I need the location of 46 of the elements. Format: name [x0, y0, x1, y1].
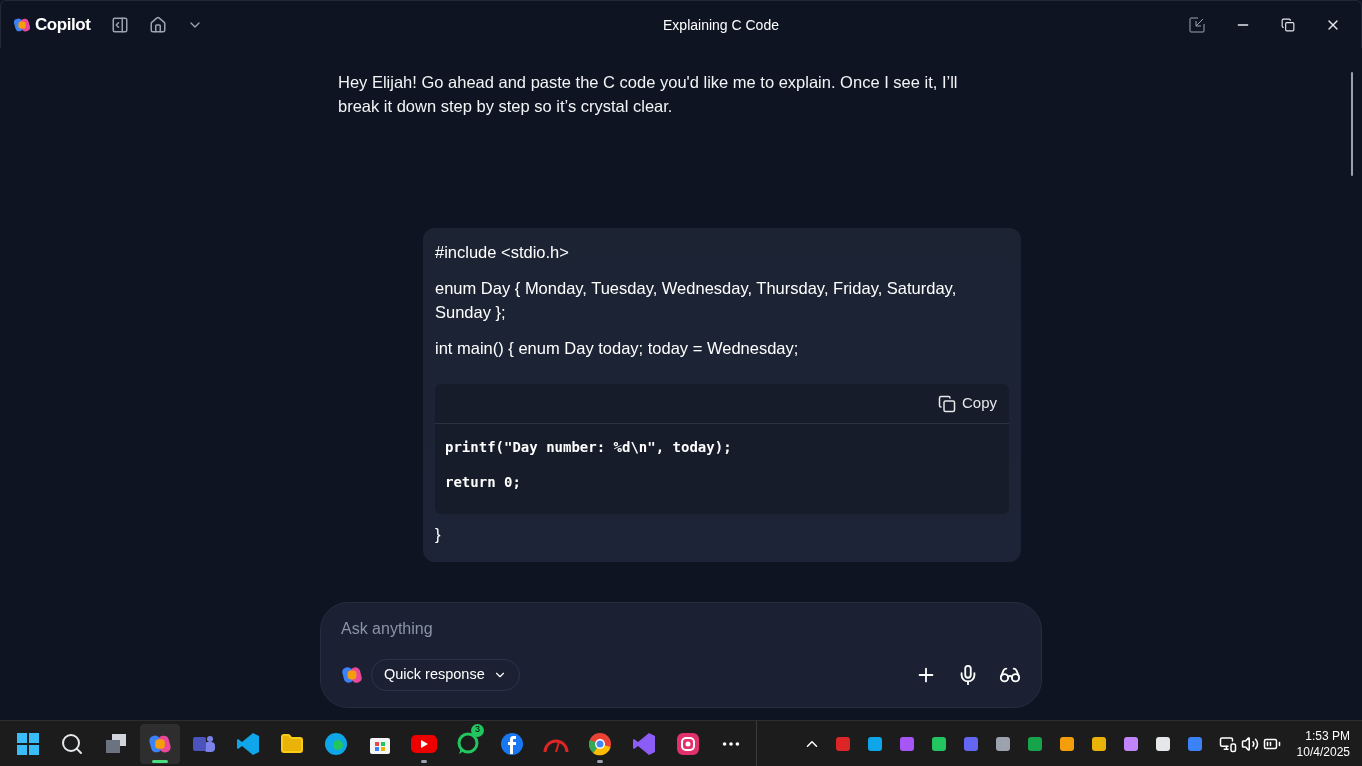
tray-app-icon[interactable]: [994, 735, 1011, 752]
copy-button[interactable]: Copy: [937, 392, 997, 415]
sidebar-toggle-icon[interactable]: [110, 15, 129, 34]
tray-app-icon[interactable]: [866, 735, 883, 752]
network-icon[interactable]: [1218, 734, 1237, 753]
search-icon[interactable]: [60, 731, 84, 756]
tray-app-icon[interactable]: [1122, 735, 1139, 752]
window-title: Explaining C Code: [663, 15, 779, 35]
home-icon[interactable]: [148, 15, 167, 34]
dock-arrow-icon[interactable]: [1189, 16, 1205, 33]
copilot-mode-icon: [341, 664, 363, 686]
notification-badge: 3: [471, 723, 484, 737]
camera-app-icon[interactable]: [676, 731, 700, 756]
tray-app-icon[interactable]: [1058, 735, 1075, 752]
folder-icon[interactable]: [280, 731, 304, 756]
assistant-message: Hey Elijah! Go ahead and paste the C code you'd like me to explain. Once I see it, I’ll break it down step by step so it’s crystal clear.: [338, 72, 959, 117]
code-line: printf("Day number: %d\n", today);: [445, 438, 733, 457]
taskbar-app[interactable]: 3: [448, 723, 488, 764]
copy-icon: [937, 394, 956, 413]
tray-app-icon[interactable]: [930, 735, 947, 752]
ide-icon[interactable]: [632, 731, 656, 756]
running-indicator: [152, 759, 168, 763]
app-name: Copilot: [35, 13, 91, 36]
message-text: int main() { enum Day today; today = Wednesday;: [435, 338, 800, 359]
round-browser-icon[interactable]: [588, 731, 612, 756]
clock-time[interactable]: 1:53 PM: [1305, 727, 1350, 744]
volume-icon[interactable]: [1240, 734, 1259, 753]
message-text: #include <stdio.h>: [435, 242, 570, 263]
code-line: return 0;: [445, 473, 522, 492]
tray-app-icon[interactable]: [1090, 735, 1107, 752]
scrollbar-thumb[interactable]: [1351, 72, 1353, 176]
message-input[interactable]: Ask anything: [341, 615, 1021, 643]
task-view-icon[interactable]: [104, 731, 128, 756]
taskbar-app[interactable]: [140, 723, 180, 764]
message-text: enum Day { Monday, Tuesday, Wednesday, Thursday, Friday, Saturday, Sunday };: [435, 278, 958, 323]
message-text: }: [435, 524, 442, 545]
code-editor-icon[interactable]: [236, 731, 260, 756]
restore-icon[interactable]: [1281, 17, 1295, 32]
tray-app-icon[interactable]: [1154, 735, 1171, 752]
running-indicator: [421, 759, 427, 763]
social-f-icon[interactable]: [500, 731, 524, 756]
video-play-icon[interactable]: [411, 733, 437, 754]
windows-start-icon[interactable]: [16, 731, 40, 756]
running-indicator: [597, 759, 603, 763]
clock-date[interactable]: 10/4/2025: [1296, 743, 1350, 760]
chat-bubble-icon[interactable]: [456, 731, 480, 756]
